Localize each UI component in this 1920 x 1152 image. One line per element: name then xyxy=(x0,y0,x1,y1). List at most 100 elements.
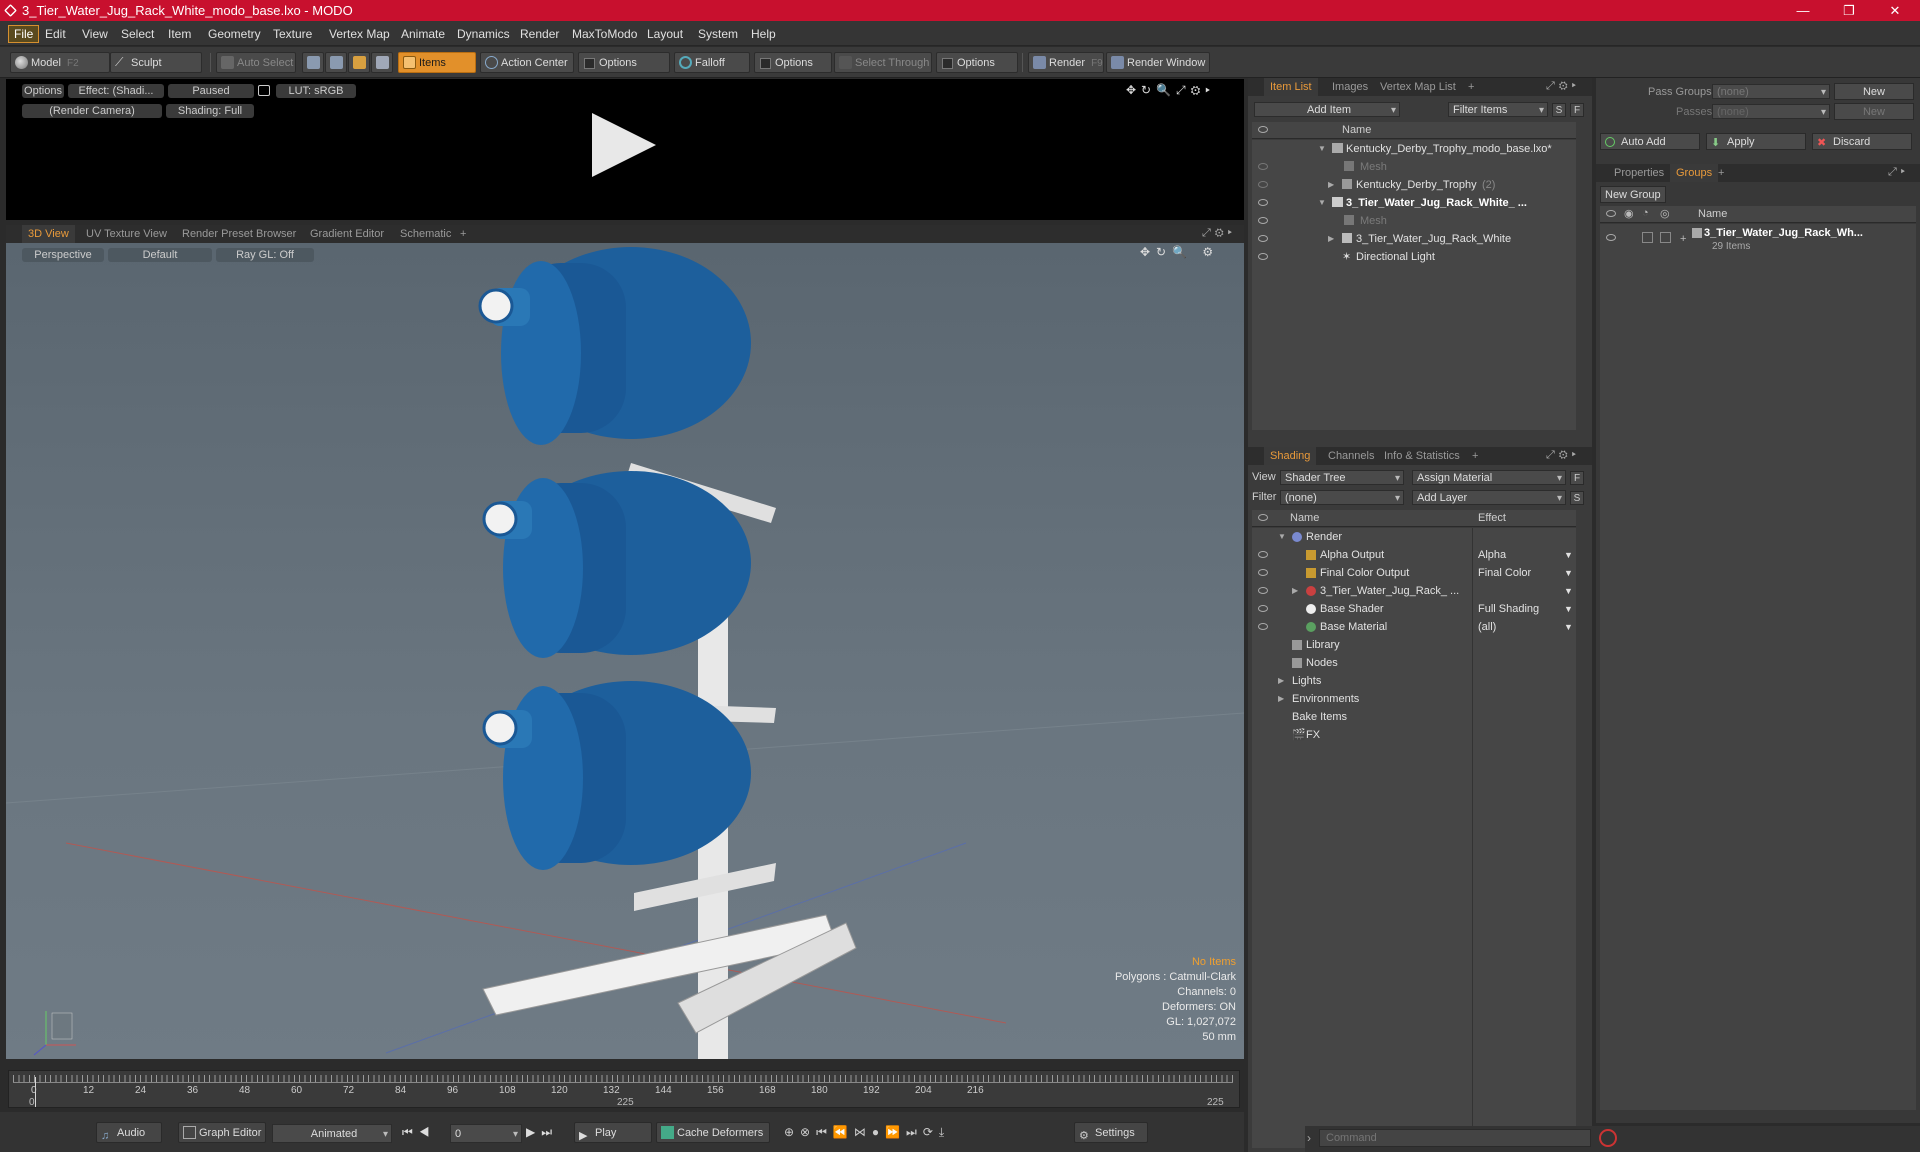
discard-button[interactable]: ✖ Discard xyxy=(1812,133,1912,150)
auto-select-button[interactable]: Auto Select xyxy=(216,52,296,73)
menu-geometry[interactable]: Geometry xyxy=(203,25,266,43)
add-tab-button[interactable]: + xyxy=(1462,78,1480,96)
3d-viewport[interactable]: Perspective Default Ray GL: Off ✥↻🔍 ⚙ No… xyxy=(6,243,1244,1059)
tree-row-kentucky-trophy[interactable]: ▶ Kentucky_Derby_Trophy (2) xyxy=(1252,176,1576,194)
tree-row-mesh-2[interactable]: Mesh xyxy=(1252,212,1576,230)
shading-controls[interactable]: ⤢⚙▸ xyxy=(1546,449,1580,462)
tab-vertex-map-list[interactable]: Vertex Map List xyxy=(1374,78,1462,96)
record-icon[interactable] xyxy=(1599,1129,1617,1147)
menu-system[interactable]: System xyxy=(693,25,743,43)
tree-row-kentucky-scene[interactable]: ▼ Kentucky_Derby_Trophy_modo_base.lxo* xyxy=(1252,140,1576,158)
settings-button[interactable]: ⚙ Settings xyxy=(1074,1122,1148,1143)
new-pass-group-button[interactable]: New xyxy=(1834,83,1914,100)
select-polygons-button[interactable] xyxy=(348,52,370,73)
shader-filter-dropdown[interactable]: (none) xyxy=(1280,490,1404,505)
menu-edit[interactable]: Edit xyxy=(40,25,71,43)
add-tab-button[interactable]: + xyxy=(454,225,472,243)
tab-groups[interactable]: Groups xyxy=(1670,164,1719,182)
shading-f-button[interactable]: F xyxy=(1570,471,1584,485)
menu-item[interactable]: Item xyxy=(163,25,196,43)
shader-row-environments[interactable]: ▶ Environments xyxy=(1252,690,1576,708)
falloff-options-button[interactable]: Options xyxy=(754,52,832,73)
shader-row-library[interactable]: Library xyxy=(1252,636,1576,654)
render-button[interactable]: Render F9 xyxy=(1028,52,1104,73)
lut-dropdown[interactable]: LUT: sRGB xyxy=(276,84,356,98)
render-paused-button[interactable]: Paused xyxy=(168,84,254,98)
tab-uv-texture-view[interactable]: UV Texture View xyxy=(80,225,173,243)
action-center-options-button[interactable]: Options xyxy=(578,52,670,73)
select-materials-button[interactable] xyxy=(371,52,393,73)
select-through-button[interactable]: Select Through xyxy=(834,52,932,73)
action-center-button[interactable]: Action Center xyxy=(480,52,574,73)
key-controls[interactable]: ⊕⊗⏮⏪⋈●⏩⏭⟳⤓ xyxy=(784,1125,950,1140)
add-layer-dropdown[interactable]: Add Layer xyxy=(1412,490,1566,505)
select-edges-button[interactable] xyxy=(325,52,347,73)
expand-icon[interactable]: + xyxy=(1680,230,1686,248)
lock-checkbox[interactable] xyxy=(1642,232,1653,243)
shading-s-button[interactable]: S xyxy=(1570,491,1584,505)
shader-row-base-material[interactable]: Base Material (all) ▼ xyxy=(1252,618,1576,636)
item-list-controls[interactable]: ⤢⚙▸ xyxy=(1546,80,1580,93)
tab-info-statistics[interactable]: Info & Statistics xyxy=(1378,447,1466,465)
render-window-button[interactable]: Render Window xyxy=(1106,52,1210,73)
tab-item-list[interactable]: Item List xyxy=(1264,78,1318,96)
menu-texture[interactable]: Texture xyxy=(268,25,317,43)
menu-render[interactable]: Render xyxy=(515,25,564,43)
tab-shading[interactable]: Shading xyxy=(1264,447,1317,465)
tree-row-mesh-1[interactable]: Mesh xyxy=(1252,158,1576,176)
animated-dropdown[interactable]: Animated xyxy=(272,1124,392,1143)
menu-select[interactable]: Select xyxy=(116,25,159,43)
timeline[interactable]: 0 12 24 36 48 60 72 84 96 108 120 132 144 156 168 180 19… xyxy=(8,1070,1240,1108)
passes-dropdown[interactable]: (none) xyxy=(1712,104,1830,119)
play-button[interactable]: ▶ Play xyxy=(574,1122,652,1143)
tab-render-preset-browser[interactable]: Render Preset Browser xyxy=(176,225,302,243)
assign-material-dropdown[interactable]: Assign Material xyxy=(1412,470,1566,485)
add-item-dropdown[interactable]: Add Item xyxy=(1254,102,1400,117)
select-through-options-button[interactable]: Options xyxy=(936,52,1018,73)
tab-schematic[interactable]: Schematic xyxy=(394,225,457,243)
viewport-tab-controls[interactable]: ⤢⚙▸ xyxy=(1202,227,1236,240)
shader-view-dropdown[interactable]: Shader Tree xyxy=(1280,470,1404,485)
menu-file[interactable]: File xyxy=(8,25,40,43)
audio-button[interactable]: ♫ Audio xyxy=(96,1122,162,1143)
apply-button[interactable]: ⬇ Apply xyxy=(1706,133,1806,150)
tab-gradient-editor[interactable]: Gradient Editor xyxy=(304,225,390,243)
add-tab-button[interactable]: + xyxy=(1712,164,1730,182)
current-frame-field[interactable]: 0 xyxy=(450,1124,522,1143)
shader-row-final-color-output[interactable]: Final Color Output Final Color ▼ xyxy=(1252,564,1576,582)
close-button[interactable]: ✕ xyxy=(1872,0,1918,21)
tab-channels[interactable]: Channels xyxy=(1322,447,1380,465)
lock-icon[interactable] xyxy=(258,85,270,96)
menu-dynamics[interactable]: Dynamics xyxy=(452,25,515,43)
skip-forward-controls[interactable]: ▶⏭ xyxy=(526,1125,558,1140)
new-pass-button[interactable]: New xyxy=(1834,103,1914,120)
tree-row-directional-light[interactable]: ✶ Directional Light xyxy=(1252,248,1576,266)
shader-row-alpha-output[interactable]: Alpha Output Alpha ▼ xyxy=(1252,546,1576,564)
play-icon[interactable] xyxy=(592,113,656,177)
falloff-button[interactable]: Falloff xyxy=(674,52,750,73)
minimize-button[interactable]: — xyxy=(1780,0,1826,21)
add-tab-button[interactable]: + xyxy=(1466,447,1484,465)
group-row-jug-rack[interactable]: + 3_Tier_Water_Jug_Rack_Wh... 29 Items xyxy=(1600,224,1916,256)
menu-view[interactable]: View xyxy=(77,25,113,43)
skip-back-controls[interactable]: ⏮◀ xyxy=(402,1125,436,1140)
filter-items-field[interactable]: Filter Items xyxy=(1448,102,1548,117)
timeline-ruler[interactable] xyxy=(13,1075,1233,1083)
render-options-button[interactable]: Options xyxy=(22,84,64,98)
sculpt-mode-button[interactable]: ⟋ Sculpt xyxy=(110,52,202,73)
shader-row-bake-items[interactable]: Bake Items xyxy=(1252,708,1576,726)
render-shading-dropdown[interactable]: Shading: Full xyxy=(166,104,254,118)
render-view-controls[interactable]: ✥↻🔍⤢⚙▸ xyxy=(1126,83,1215,98)
menu-vertex-map[interactable]: Vertex Map xyxy=(324,25,395,43)
shader-row-lights[interactable]: ▶ Lights xyxy=(1252,672,1576,690)
shader-row-nodes[interactable]: Nodes xyxy=(1252,654,1576,672)
tab-images[interactable]: Images xyxy=(1326,78,1374,96)
pass-groups-dropdown[interactable]: (none) xyxy=(1712,84,1830,99)
filter-s-button[interactable]: S xyxy=(1552,103,1566,117)
model-mode-button[interactable]: Model F2 xyxy=(10,52,110,73)
maximize-button[interactable]: ❐ xyxy=(1826,0,1872,21)
menu-animate[interactable]: Animate xyxy=(396,25,450,43)
new-group-button[interactable]: New Group xyxy=(1600,186,1666,203)
items-mode-button[interactable]: Items xyxy=(398,52,476,73)
auto-add-button[interactable]: Auto Add xyxy=(1600,133,1700,150)
